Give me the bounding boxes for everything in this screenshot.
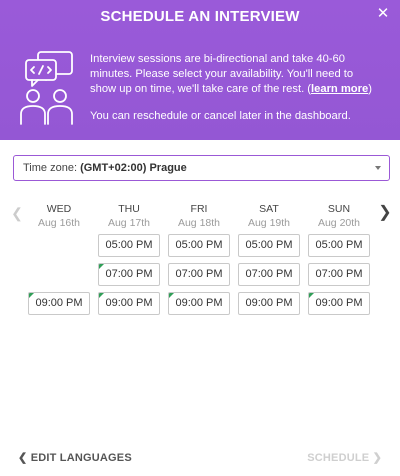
time-slot-button[interactable]: 07:00 PM (168, 263, 230, 286)
selected-flag-icon (99, 264, 105, 270)
time-slot-button[interactable]: 09:00 PM (308, 292, 370, 315)
time-slot-button[interactable]: 07:00 PM (98, 263, 160, 286)
time-slot-label: 05:00 PM (105, 239, 153, 251)
chevron-right-icon[interactable]: ❯ (378, 205, 392, 221)
day-header-sun: SUN Aug 20th (304, 203, 374, 229)
day-name: SUN (327, 203, 351, 215)
chevron-left-icon[interactable]: ❮ (10, 205, 24, 221)
time-slot-label: 07:00 PM (245, 268, 293, 280)
timezone-select[interactable]: Time zone: (GMT+02:00) Prague (13, 155, 390, 181)
day-date: Aug 16th (37, 217, 81, 229)
selected-flag-icon (169, 293, 175, 299)
day-header-sat: SAT Aug 19th (234, 203, 304, 229)
edit-languages-button[interactable]: ❮ EDIT LANGUAGES (18, 451, 132, 464)
time-slot-label: 07:00 PM (315, 268, 363, 280)
day-header-thu: THU Aug 17th (94, 203, 164, 229)
day-date: Aug 17th (107, 217, 151, 229)
dialog-title: SCHEDULE AN INTERVIEW (100, 8, 300, 25)
close-icon[interactable]: ✕ (375, 6, 391, 22)
day-name: WED (46, 203, 72, 215)
time-slot-label: 09:00 PM (315, 297, 363, 309)
selected-flag-icon (309, 293, 315, 299)
learn-more-link[interactable]: learn more (311, 83, 368, 95)
time-slot-label: 09:00 PM (35, 297, 83, 309)
time-slot-button[interactable]: 09:00 PM (28, 292, 90, 315)
time-slot-label: 05:00 PM (315, 239, 363, 251)
time-slot-label: 05:00 PM (245, 239, 293, 251)
intro-text: Interview sessions are bi-directional an… (90, 53, 372, 95)
time-slot-label: 09:00 PM (245, 297, 293, 309)
header-banner: SCHEDULE AN INTERVIEW ✕ Interview sessio… (0, 0, 400, 140)
day-header-fri: FRI Aug 18th (164, 203, 234, 229)
day-date: Aug 19th (247, 217, 291, 229)
time-slot-button[interactable]: 07:00 PM (238, 263, 300, 286)
selected-flag-icon (29, 293, 35, 299)
timezone-label: Time zone: (GMT+02:00) Prague (23, 162, 187, 174)
time-slot-label: 09:00 PM (105, 297, 153, 309)
chevron-down-icon (375, 166, 381, 170)
selected-flag-icon (99, 293, 105, 299)
day-name: SAT (259, 203, 279, 215)
time-slot-button[interactable]: 05:00 PM (238, 234, 300, 257)
day-name: THU (118, 203, 140, 215)
day-header-wed: WED Aug 16th (24, 203, 94, 229)
schedule-button[interactable]: SCHEDULE ❯ (307, 451, 382, 464)
time-slot-label: 09:00 PM (175, 297, 223, 309)
interview-chat-icon (20, 51, 73, 125)
time-slot-button[interactable]: 05:00 PM (308, 234, 370, 257)
chevron-right-icon: ❯ (372, 452, 382, 464)
chevron-left-icon: ❮ (18, 452, 28, 464)
time-slot-button[interactable]: 09:00 PM (168, 292, 230, 315)
time-slot-label: 05:00 PM (175, 239, 223, 251)
day-date: Aug 18th (177, 217, 221, 229)
time-slot-label: 07:00 PM (105, 268, 153, 280)
reschedule-note: You can reschedule or cancel later in th… (90, 110, 351, 122)
timezone-value: (GMT+02:00) Prague (80, 162, 187, 174)
time-slot-button[interactable]: 05:00 PM (168, 234, 230, 257)
time-slot-button[interactable]: 09:00 PM (238, 292, 300, 315)
time-slot-button[interactable]: 05:00 PM (98, 234, 160, 257)
day-name: FRI (190, 203, 208, 215)
day-date: Aug 20th (317, 217, 361, 229)
time-slot-label: 07:00 PM (175, 268, 223, 280)
time-slot-button[interactable]: 07:00 PM (308, 263, 370, 286)
time-slot-button[interactable]: 09:00 PM (98, 292, 160, 315)
